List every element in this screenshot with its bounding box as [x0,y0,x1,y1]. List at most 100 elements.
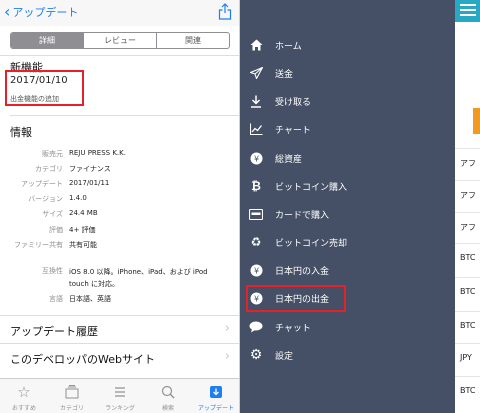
info-value: 日本語、英語 [69,295,111,303]
chevron-right-icon: › [224,321,230,336]
list-item[interactable]: BTC [455,376,480,408]
send-icon [249,66,263,80]
menu-item-buy-with-card[interactable]: カードで購入 [240,201,455,227]
recycle-icon: ♻ [250,235,262,249]
list-item-label: アフ [460,223,476,232]
list-item-label: BTC [460,321,476,330]
update-history-link[interactable]: アップデート履歴 › [0,315,239,343]
menu-label: ホーム [275,41,302,52]
main-content-pane: アフ アフ アフ BTC BTC BTC JPY BTC [455,0,480,413]
segmented-control: 詳細 レビュー 関連 [10,32,230,49]
menu-item-settings[interactable]: ⚙ 設定 [240,342,455,368]
svg-text:¥: ¥ [253,266,258,275]
info-value: 共有可能 [69,241,97,249]
info-key: バージョン [28,195,63,203]
tab-featured[interactable]: ☆ おすすめ [0,379,48,413]
info-value: ファイナンス [69,165,111,173]
categories-icon [64,384,80,400]
list-item[interactable]: JPY [455,343,480,375]
menu-item-home[interactable]: ホーム [240,32,455,58]
home-icon [249,38,263,52]
menu-item-receive[interactable]: 受け取る [240,88,455,114]
info-key: 互換性 [42,267,63,275]
list-item-label: BTC [460,287,476,296]
list-item[interactable]: BTC [455,243,480,275]
segment-reviews[interactable]: レビュー [83,33,156,48]
menu-label: 総資産 [275,154,303,165]
info-title: 情報 [10,126,32,139]
menu-item-buy-bitcoin[interactable]: ₿ ビットコイン購入 [240,173,455,199]
share-icon[interactable] [218,3,232,20]
yen-coin-icon: ¥ [249,263,263,277]
list-item-label: アフ [460,159,476,168]
download-icon [249,94,263,108]
ranking-icon [112,384,128,400]
back-button[interactable]: ‹ アップデート [4,4,78,20]
segment-related[interactable]: 関連 [156,33,229,48]
info-value: 2017/01/11 [69,179,110,187]
menu-item-jpy-deposit[interactable]: ¥ 日本円の入金 [240,257,455,283]
tab-updates[interactable]: アップデート [192,379,239,413]
back-label: アップデート [12,6,79,19]
menu-label: ビットコイン購入 [275,182,348,193]
list-item[interactable]: BTC [455,277,480,309]
tab-label: アップデート [197,405,234,412]
info-value: 4+ 評価 [69,226,96,234]
chevron-left-icon: ‹ [4,2,11,21]
tab-search[interactable]: 検索 [144,379,192,413]
card-icon [249,207,263,221]
list-item[interactable]: BTC [455,311,480,343]
chevron-right-icon: › [224,349,230,364]
nav-bar: ‹ アップデート [0,0,239,26]
yen-coin-icon: ¥ [249,151,263,165]
list-item[interactable]: アフ [455,148,480,180]
list-item-label: アフ [460,191,476,200]
menu-label: 日本円の入金 [275,266,330,277]
divider [10,115,239,116]
list-item-label: BTC [460,253,476,262]
chat-icon [249,320,263,334]
info-value: 24.4 MB [69,209,98,217]
highlight-box [246,285,346,312]
developer-website-link[interactable]: このデベロッパのWebサイト › [0,343,239,371]
info-key: アップデート [21,180,63,188]
star-icon: ☆ [17,383,31,401]
menu-item-chart[interactable]: チャート [240,116,455,142]
info-value: 1.4.0 [69,194,87,202]
divider [0,55,239,56]
chart-icon [249,122,263,136]
tab-label: おすすめ [11,405,36,412]
menu-label: 受け取る [275,97,312,108]
info-key: サイズ [42,210,63,218]
info-key: ファミリー共有 [14,241,63,249]
hamburger-menu-icon[interactable] [460,4,476,19]
list-item[interactable]: アフ [455,180,480,212]
menu-label: チャット [275,323,311,334]
bitcoin-icon: ₿ [251,179,261,193]
tab-categories[interactable]: カテゴリ [48,379,96,413]
menu-item-sell-bitcoin[interactable]: ♻ ビットコイン売却 [240,229,455,255]
tab-label: カテゴリ [59,405,84,412]
menu-label: チャート [275,125,311,136]
list-item-label: BTC [460,386,476,395]
tab-label: 検索 [161,405,174,412]
tab-ranking[interactable]: ランキング [96,379,144,413]
side-menu: ホーム 送金 受け取る チャート ¥ 総資産 ₿ ビットコイン購入 カードで購入… [240,0,455,413]
list-item[interactable]: アフ [455,212,480,244]
highlight-box [5,70,84,106]
tab-bar: ☆ おすすめ カテゴリ ランキング 検索 アップデート [0,378,239,413]
menu-label: 送金 [275,69,294,80]
updates-icon [208,384,224,400]
info-key: 言語 [49,295,63,303]
info-value: REJU PRESS K.K. [69,149,126,157]
menu-item-send[interactable]: 送金 [240,60,455,86]
app-store-detail-pane: ‹ アップデート 詳細 レビュー 関連 新機能 2017/01/10 出金機能の… [0,0,240,413]
menu-label: カードで購入 [275,210,330,221]
menu-label: 設定 [275,351,294,362]
menu-item-chat[interactable]: チャット [240,314,455,340]
segment-details[interactable]: 詳細 [11,33,83,48]
list-item-label: JPY [460,353,472,362]
info-key: 評価 [49,226,63,234]
orange-banner [473,108,480,134]
menu-item-total-assets[interactable]: ¥ 総資産 [240,145,455,171]
